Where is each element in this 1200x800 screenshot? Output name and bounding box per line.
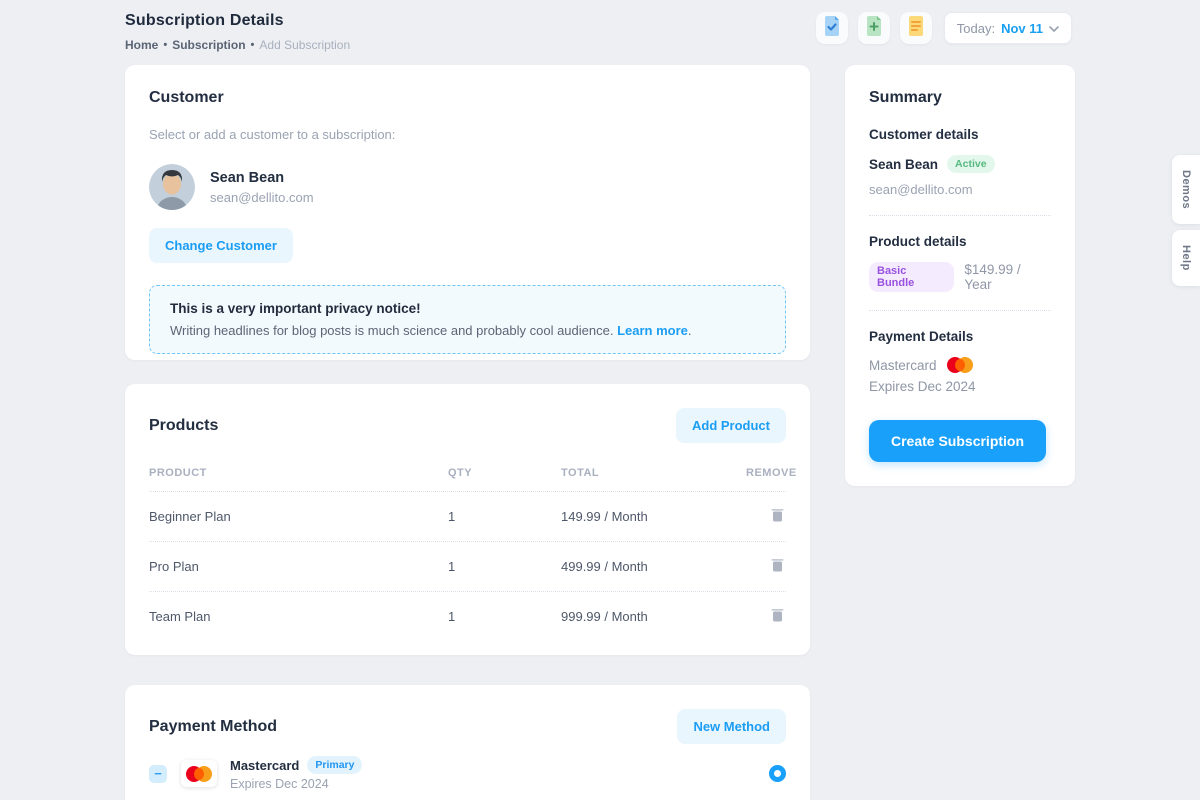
products-card: Products Add Product PRODUCT QTY TOTAL R… [125,384,810,655]
products-card-title: Products [149,417,218,435]
top-bar: Subscription Details Home • Subscription •… [125,12,1072,52]
customer-email: sean@dellito.com [210,190,314,205]
method-selected-radio[interactable] [769,765,786,782]
col-header-total: TOTAL [561,467,746,479]
subscription-details-page: Subscription Details Home • Subscription •… [0,0,1200,800]
breadcrumb: Home • Subscription • Add Subscription [125,38,350,52]
breadcrumb-subscription[interactable]: Subscription [172,38,245,52]
table-row: Team Plan 1 999.99 / Month [149,592,786,631]
product-total: 999.99 / Month [561,609,746,624]
customer-card-title: Customer [149,89,786,107]
privacy-notice-body: Writing headlines for blog posts is much… [170,323,765,338]
new-method-button[interactable]: New Method [677,709,786,744]
col-header-remove: REMOVE [746,467,786,479]
payment-card-head: Payment Method New Method [149,709,786,744]
notice-period: . [688,323,692,338]
notes-document-icon [907,16,925,41]
product-total: 499.99 / Month [561,559,746,574]
basic-bundle-badge: Basic Bundle [869,262,954,292]
summary-customer-name: Sean Bean [869,157,938,172]
summary-sidebar: Summary Customer details Sean Bean Activ… [845,65,1075,486]
payment-card-title: Payment Method [149,718,277,736]
help-tab[interactable]: Help [1172,230,1200,286]
remove-product-button[interactable] [769,506,786,527]
chevron-down-icon [1049,19,1059,37]
table-row: Pro Plan 1 499.99 / Month [149,542,786,592]
demos-tab[interactable]: Demos [1172,155,1200,224]
summary-product-heading: Product details [869,234,1051,249]
remove-product-button[interactable] [769,606,786,627]
breadcrumb-current: Add Subscription [259,38,350,52]
summary-customer-heading: Customer details [869,127,1051,142]
page-title: Subscription Details [125,12,350,30]
privacy-notice-text: Writing headlines for blog posts is much… [170,323,613,338]
privacy-notice: This is a very important privacy notice!… [149,285,786,354]
add-document-icon [865,16,883,41]
trash-icon [771,560,784,575]
check-document-icon [823,16,841,41]
payment-method-meta: Mastercard Primary Expires Dec 2024 [230,756,362,791]
product-qty: 1 [448,609,561,624]
customer-name: Sean Bean [210,170,314,186]
trash-icon [771,610,784,625]
summary-payment-heading: Payment Details [869,329,1051,344]
payment-method-row: − Mastercard Primary Expires Dec 2024 [149,756,786,791]
today-date-value: Nov 11 [1001,21,1043,36]
customer-avatar [149,164,195,210]
minus-icon: − [154,766,162,781]
divider [869,215,1051,216]
collapse-method-button[interactable]: − [149,765,167,783]
primary-badge: Primary [307,756,362,774]
customer-card-subtitle: Select or add a customer to a subscripti… [149,127,786,142]
products-table-header: PRODUCT QTY TOTAL REMOVE [149,461,786,492]
customer-identity: Sean Bean sean@dellito.com [210,170,314,205]
table-row: Beginner Plan 1 149.99 / Month [149,492,786,542]
product-name: Team Plan [149,609,448,624]
customer-card: Customer Select or add a customer to a s… [125,65,810,360]
remove-product-button[interactable] [769,556,786,577]
selected-customer: Sean Bean sean@dellito.com [149,164,786,210]
products-table: PRODUCT QTY TOTAL REMOVE Beginner Plan 1… [149,461,786,631]
product-name: Pro Plan [149,559,448,574]
product-total: 149.99 / Month [561,509,746,524]
summary-customer-email: sean@dellito.com [869,182,1051,197]
date-picker-button[interactable]: Today: Nov 11 [944,12,1072,44]
edge-tabs: Demos Help [1172,155,1200,286]
main-column: Customer Select or add a customer to a s… [125,65,810,800]
product-name: Beginner Plan [149,509,448,524]
topbar-actions: Today: Nov 11 [816,12,1072,44]
privacy-notice-title: This is a very important privacy notice! [170,301,765,316]
mastercard-icon [947,357,973,373]
notes-document-button[interactable] [900,12,932,44]
summary-card: Summary Customer details Sean Bean Activ… [845,65,1075,486]
summary-payment-brand: Mastercard [869,358,937,373]
card-brand-chip [181,760,217,787]
breadcrumb-dot: • [251,39,255,51]
summary-product-price: $149.99 / Year [964,262,1051,292]
summary-payment-expiry: Expires Dec 2024 [869,379,1051,394]
change-customer-button[interactable]: Change Customer [149,228,293,263]
divider [869,310,1051,311]
products-card-head: Products Add Product [149,408,786,443]
learn-more-link[interactable]: Learn more [617,323,688,338]
mastercard-icon [186,766,212,782]
col-header-qty: QTY [448,467,561,479]
create-subscription-button[interactable]: Create Subscription [869,420,1046,462]
product-qty: 1 [448,509,561,524]
add-product-button[interactable]: Add Product [676,408,786,443]
today-label: Today: [957,21,995,36]
col-header-product: PRODUCT [149,467,448,479]
page-heading: Subscription Details Home • Subscription •… [125,12,350,52]
breadcrumb-dot: • [163,39,167,51]
check-document-button[interactable] [816,12,848,44]
summary-title: Summary [869,89,1051,107]
add-document-button[interactable] [858,12,890,44]
active-badge: Active [947,155,995,173]
card-brand-name: Mastercard [230,758,299,773]
payment-method-card: Payment Method New Method − Mastercard P… [125,685,810,800]
product-qty: 1 [448,559,561,574]
trash-icon [771,510,784,525]
card-expiry: Expires Dec 2024 [230,777,362,791]
breadcrumb-home[interactable]: Home [125,38,158,52]
